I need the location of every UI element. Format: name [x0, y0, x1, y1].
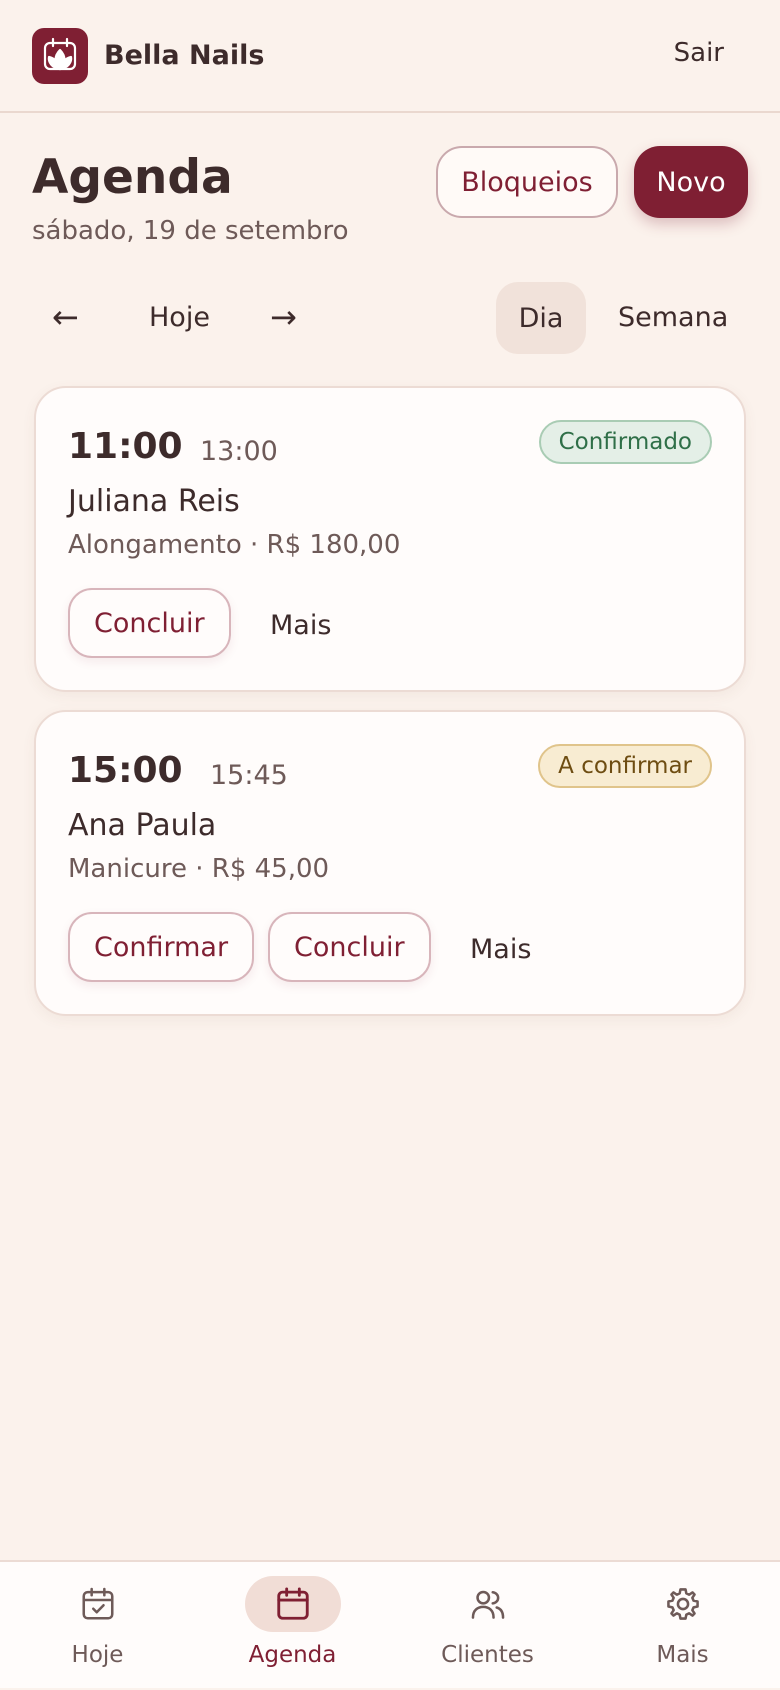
tab-icon-container [440, 1576, 536, 1632]
users-icon [471, 1590, 504, 1619]
logout-link[interactable]: Sair [674, 38, 724, 68]
view-week-tab[interactable]: Semana [618, 302, 728, 333]
view-day-tab[interactable]: Dia [496, 282, 586, 354]
tab-icon-container [635, 1576, 731, 1632]
client-name: Ana Paula [68, 808, 217, 843]
complete-button[interactable]: Concluir [268, 912, 431, 982]
client-name: Juliana Reis [68, 484, 240, 519]
app-logo [32, 27, 88, 84]
tab-icon-container [244, 1576, 341, 1632]
prev-day-button[interactable]: ← [52, 298, 79, 336]
status-badge: A confirmar [538, 744, 712, 788]
start-time: 15:00 [68, 750, 183, 791]
tab-clients[interactable]: Clientes [390, 1562, 585, 1690]
next-day-button[interactable]: → [270, 298, 297, 336]
tab-label: Agenda [248, 1642, 337, 1668]
start-time: 11:00 [68, 426, 183, 467]
new-appointment-button[interactable]: Novo [634, 146, 748, 218]
complete-button[interactable]: Concluir [68, 588, 231, 658]
gear-icon [666, 1588, 699, 1620]
page-title: Agenda [32, 150, 233, 205]
tab-today[interactable]: Hoje [0, 1562, 195, 1690]
current-date: sábado, 19 de setembro [32, 216, 349, 246]
tab-label: Mais [656, 1642, 709, 1668]
blocks-button[interactable]: Bloqueios [436, 146, 618, 218]
tab-more[interactable]: Mais [585, 1562, 780, 1690]
more-button[interactable]: Mais [270, 610, 331, 641]
tab-label: Clientes [441, 1642, 534, 1668]
tab-label: Hoje [71, 1642, 124, 1668]
calendar-check-icon [81, 1587, 114, 1620]
top-bar: Bella Nails Sair [0, 0, 780, 113]
confirm-button[interactable]: Confirmar [68, 912, 255, 982]
brand-name: Bella Nails [104, 40, 265, 71]
tab-agenda[interactable]: Agenda [195, 1562, 390, 1690]
status-badge: Confirmado [538, 420, 712, 464]
more-button[interactable]: Mais [470, 934, 531, 965]
end-time: 13:00 [200, 436, 278, 467]
calendar-icon [276, 1587, 309, 1620]
lotus-calendar-icon [43, 37, 77, 70]
appointment-card[interactable]: 11:00 13:00 Confirmado Juliana Reis Alon… [34, 386, 746, 692]
end-time: 15:45 [210, 760, 288, 791]
service-price: Manicure · R$ 45,00 [68, 854, 330, 884]
tab-icon-container [50, 1576, 146, 1632]
appointment-card[interactable]: 15:00 15:45 A confirmar Ana Paula Manicu… [34, 710, 746, 1016]
service-price: Alongamento · R$ 180,00 [68, 530, 401, 560]
today-button[interactable]: Hoje [149, 302, 210, 333]
bottom-nav: Hoje Agenda Clientes Mais [0, 1560, 780, 1688]
